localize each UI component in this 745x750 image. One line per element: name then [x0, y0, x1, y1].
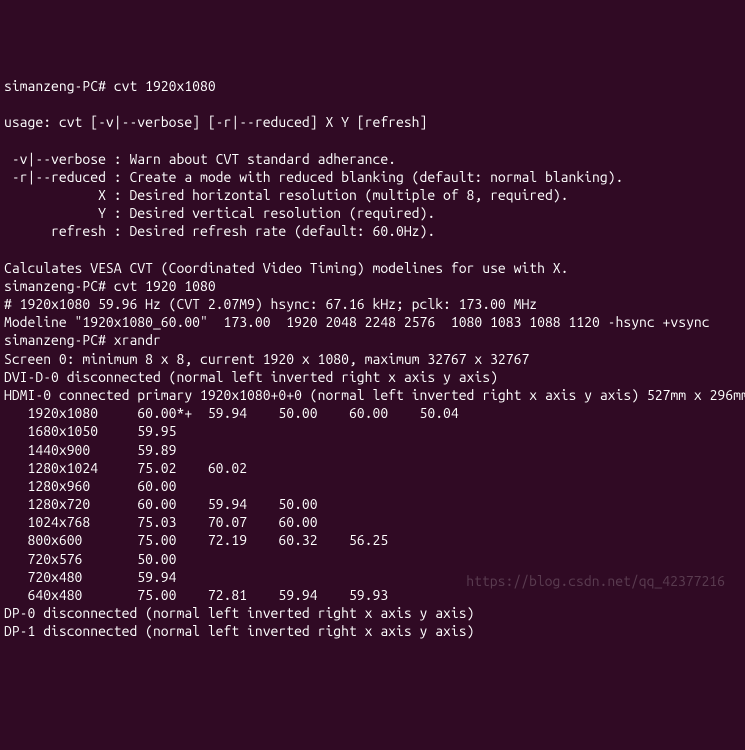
terminal-output[interactable]: simanzeng-PC# cvt 1920x1080 usage: cvt […: [4, 77, 741, 641]
